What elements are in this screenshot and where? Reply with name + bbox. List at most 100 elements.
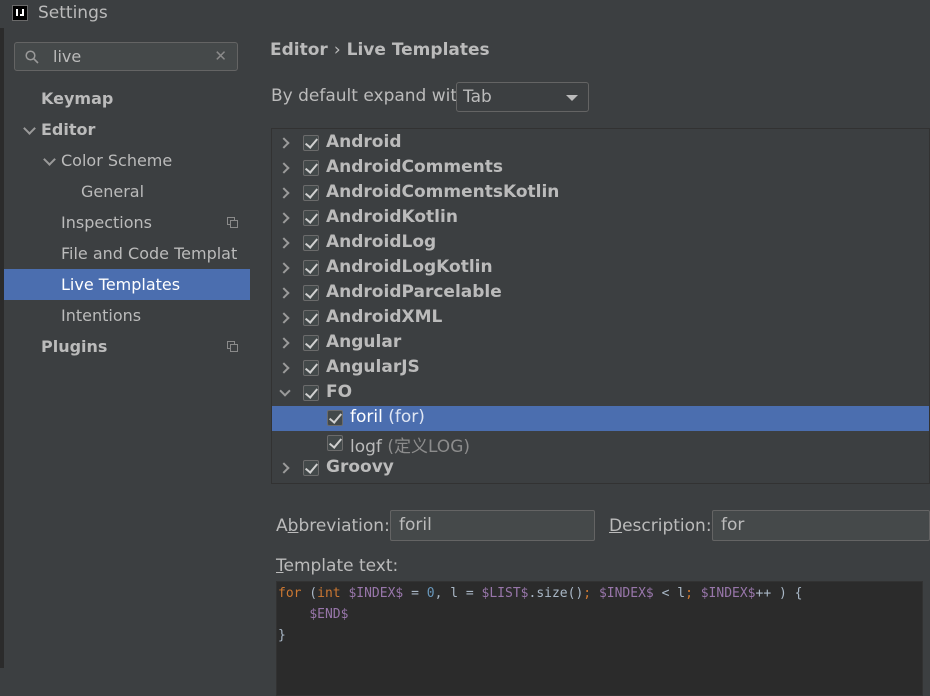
template-group-row[interactable]: Angular <box>272 331 929 356</box>
chevron-right-icon[interactable] <box>278 287 290 299</box>
template-checkbox[interactable] <box>327 435 343 451</box>
breadcrumb: Editor › Live Templates <box>270 40 490 60</box>
template-checkbox[interactable] <box>303 210 319 226</box>
abbreviation-field[interactable]: foril <box>390 510 595 541</box>
template-item-row[interactable]: logf (定义LOG) <box>272 431 929 457</box>
dropdown-arrow-icon <box>566 95 578 101</box>
sidebar-item-label: Editor <box>41 120 96 139</box>
sidebar-item-inspections[interactable]: Inspections <box>4 207 250 238</box>
template-group-label: AndroidComments <box>326 157 503 177</box>
template-group-row[interactable]: AngularJS <box>272 356 929 381</box>
template-checkbox[interactable] <box>303 310 319 326</box>
template-group-label: FO <box>326 382 353 402</box>
sidebar-item-label: File and Code Templates <box>61 244 237 263</box>
template-checkbox[interactable] <box>303 185 319 201</box>
template-group-label: AngularJS <box>326 357 420 377</box>
template-item-row[interactable]: foril (for) <box>272 406 929 431</box>
intellij-logo-icon <box>12 5 28 21</box>
template-abbreviation: logf (定义LOG) <box>350 437 470 457</box>
sidebar-item-intentions[interactable]: Intentions <box>4 300 250 331</box>
sidebar-item-label: Plugins <box>41 337 108 356</box>
sidebar-item-label: Color Scheme <box>61 151 173 170</box>
chevron-down-icon[interactable] <box>279 385 291 397</box>
template-group-row[interactable]: AndroidLog <box>272 231 929 256</box>
breadcrumb-parent[interactable]: Editor <box>270 40 328 60</box>
settings-sidebar: live ✕ Keymap Editor Color Scheme Genera… <box>4 28 250 668</box>
project-settings-icon <box>227 341 238 352</box>
search-query: live <box>53 47 82 66</box>
template-group-row[interactable]: Groovy <box>272 456 929 481</box>
settings-content: Editor › Live Templates By default expand … <box>250 28 930 668</box>
template-group-label: Angular <box>326 332 402 352</box>
chevron-right-icon[interactable] <box>278 312 290 324</box>
template-text-label: Template text: <box>276 556 399 576</box>
templates-tree[interactable]: Android AndroidComments AndroidCommentsKot… <box>271 128 930 484</box>
template-checkbox[interactable] <box>303 335 319 351</box>
template-group-label: AndroidParcelable <box>326 282 502 302</box>
abbreviation-label: Abbreviation: <box>276 516 390 536</box>
chevron-right-icon[interactable] <box>278 462 290 474</box>
chevron-right-icon[interactable] <box>278 337 290 349</box>
sidebar-item-general[interactable]: General <box>4 176 250 207</box>
sidebar-item-label: Live Templates <box>61 275 181 294</box>
template-group-label: Android <box>326 132 402 152</box>
description-label: Description: <box>609 516 712 536</box>
description-value: for <box>721 515 745 535</box>
search-icon <box>25 50 39 64</box>
template-checkbox[interactable] <box>303 235 319 251</box>
expand-with-value: Tab <box>463 87 492 107</box>
template-checkbox[interactable] <box>327 410 343 426</box>
template-group-row[interactable]: AndroidCommentsKotlin <box>272 181 929 206</box>
template-group-label: Groovy <box>326 457 394 477</box>
template-checkbox[interactable] <box>303 360 319 376</box>
template-description: (for) <box>388 407 425 427</box>
template-group-row[interactable]: AndroidComments <box>272 156 929 181</box>
chevron-right-icon[interactable] <box>278 212 290 224</box>
chevron-right-icon[interactable] <box>278 137 290 149</box>
expand-with-select[interactable]: Tab <box>456 82 589 112</box>
expand-with-label: By default expand with <box>271 86 468 106</box>
sidebar-item-label: Intentions <box>61 306 142 325</box>
template-group-row[interactable]: Android <box>272 131 929 156</box>
template-checkbox[interactable] <box>303 135 319 151</box>
chevron-right-icon[interactable] <box>278 362 290 374</box>
sidebar-item-label: Inspections <box>61 213 152 232</box>
template-group-row[interactable]: AndroidKotlin <box>272 206 929 231</box>
sidebar-item-editor[interactable]: Editor <box>4 114 250 145</box>
sidebar-item-file-and-code-templates[interactable]: File and Code Templates <box>4 238 250 269</box>
chevron-right-icon[interactable] <box>278 262 290 274</box>
template-text-editor[interactable]: for (int $INDEX$ = 0, l = $LIST$.size();… <box>276 581 923 696</box>
template-checkbox[interactable] <box>303 460 319 476</box>
description-field[interactable]: for <box>712 510 930 541</box>
chevron-right-icon[interactable] <box>278 187 290 199</box>
clear-search-icon[interactable]: ✕ <box>214 47 227 65</box>
sidebar-item-label: General <box>81 182 145 201</box>
title-bar: Settings <box>0 0 930 28</box>
sidebar-item-color-scheme[interactable]: Color Scheme <box>4 145 250 176</box>
project-settings-icon <box>227 217 238 228</box>
chevron-right-icon[interactable] <box>278 237 290 249</box>
breadcrumb-current: Live Templates <box>346 40 490 60</box>
chevron-down-icon[interactable] <box>43 153 56 166</box>
template-checkbox[interactable] <box>303 260 319 276</box>
sidebar-item-plugins[interactable]: Plugins <box>4 331 250 362</box>
window-title: Settings <box>38 3 108 23</box>
template-checkbox[interactable] <box>303 385 319 401</box>
template-group-row[interactable]: AndroidLogKotlin <box>272 256 929 281</box>
chevron-right-icon[interactable] <box>278 162 290 174</box>
template-group-label: AndroidKotlin <box>326 207 458 227</box>
abbreviation-value: foril <box>399 515 432 535</box>
template-group-row[interactable]: AndroidXML <box>272 306 929 331</box>
template-group-label: AndroidXML <box>326 307 443 327</box>
sidebar-item-label: Keymap <box>41 89 114 108</box>
template-abbreviation: foril (for) <box>350 407 425 427</box>
template-checkbox[interactable] <box>303 285 319 301</box>
template-group-label: AndroidLogKotlin <box>326 257 493 277</box>
sidebar-item-live-templates[interactable]: Live Templates <box>4 269 250 300</box>
template-group-row[interactable]: AndroidParcelable <box>272 281 929 306</box>
sidebar-item-keymap[interactable]: Keymap <box>4 83 250 114</box>
template-checkbox[interactable] <box>303 160 319 176</box>
template-group-row[interactable]: FO <box>272 381 929 406</box>
chevron-down-icon[interactable] <box>23 122 36 135</box>
settings-search-input[interactable]: live ✕ <box>14 42 238 71</box>
